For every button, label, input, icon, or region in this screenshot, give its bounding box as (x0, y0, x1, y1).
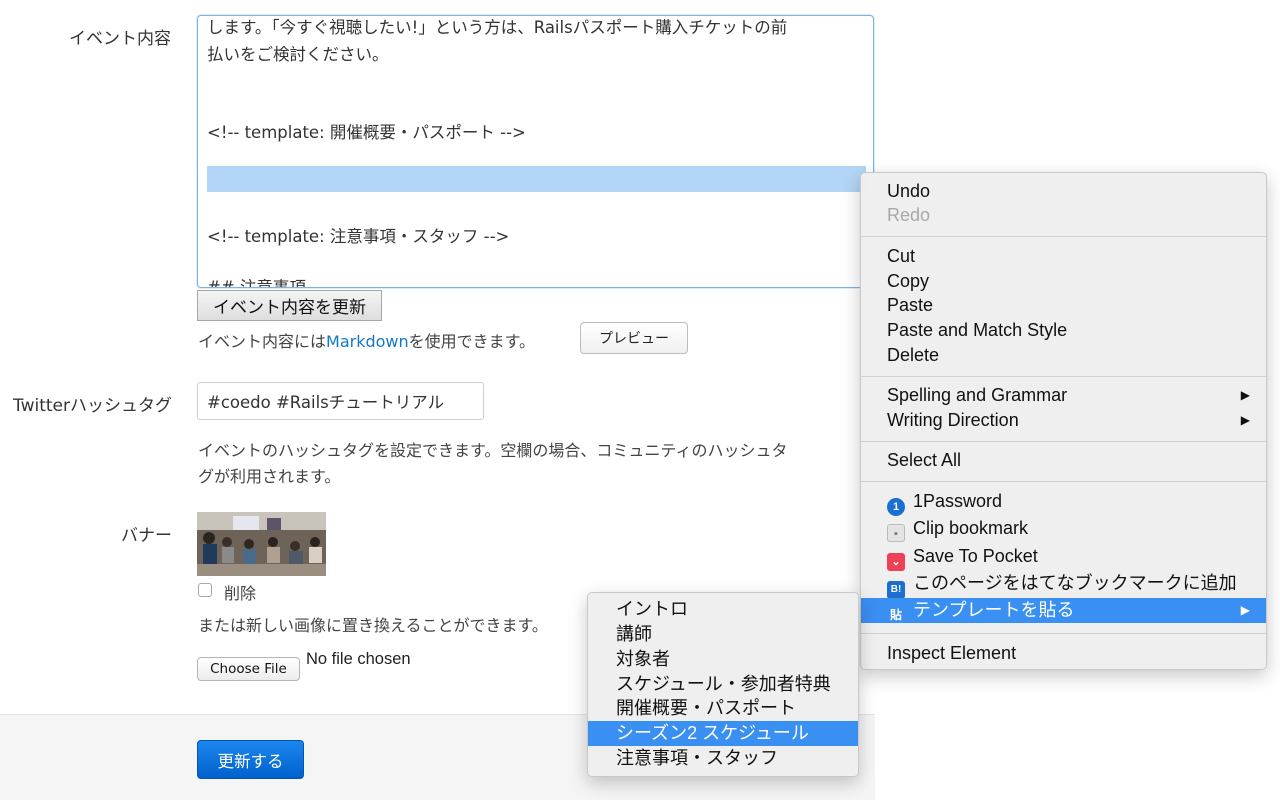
banner-photo (197, 512, 326, 576)
menu-item-pocket[interactable]: ⌄ Save To Pocket (861, 544, 1266, 571)
textarea-line: 払いをご検討ください。 (207, 45, 389, 64)
menu-item-pocket-label: Save To Pocket (913, 546, 1038, 566)
menu-item-clip-bookmark[interactable]: ▪ Clip bookmark (861, 516, 1266, 542)
replace-image-text: または新しい画像に置き換えることができます。 (198, 616, 548, 635)
1password-icon: 1 (887, 498, 905, 516)
submit-update-button[interactable]: 更新する (197, 740, 304, 779)
menu-item-writing-direction[interactable]: Writing Direction ▶ (861, 408, 1266, 433)
submenu-arrow-icon: ▶ (1240, 603, 1250, 617)
menu-item-select-all[interactable]: Select All (861, 448, 1266, 473)
markdown-help-suffix: を使用できます。 (408, 332, 536, 351)
submenu-item-audience[interactable]: 対象者 (588, 647, 858, 672)
menu-item-spelling[interactable]: Spelling and Grammar ▶ (861, 383, 1266, 408)
delete-banner-checkbox[interactable] (198, 583, 212, 597)
menu-item-writing-label: Writing Direction (887, 410, 1019, 430)
menu-item-inspect[interactable]: Inspect Element (861, 641, 1266, 666)
submenu-item-notes-staff[interactable]: 注意事項・スタッフ (588, 746, 858, 771)
menu-item-copy[interactable]: Copy (861, 269, 1266, 294)
menu-item-1password-label: 1Password (913, 491, 1003, 511)
submenu-arrow-icon: ▶ (1240, 413, 1250, 427)
clip-bookmark-icon: ▪ (887, 524, 905, 542)
twitter-hashtag-label: Twitterハッシュタグ (13, 396, 172, 416)
twitter-hashtag-input[interactable] (197, 382, 484, 420)
submenu-item-schedule[interactable]: スケジュール・参加者特典 (588, 672, 858, 697)
menu-item-clip-label: Clip bookmark (913, 518, 1029, 538)
menu-separator (861, 441, 1266, 442)
template-icon: 貼 (889, 608, 902, 622)
menu-item-template-label: テンプレートを貼る (913, 600, 1075, 620)
markdown-help: イベント内容にはMarkdownを使用できます。 (198, 328, 535, 352)
menu-item-hatena[interactable]: B! このページをはてなブックマークに追加 (861, 571, 1266, 599)
hashtag-help-line2: グが利用されます。 (198, 467, 341, 486)
choose-file-button[interactable]: Choose File (197, 657, 300, 681)
textarea-line: <!-- template: 開催概要・パスポート --> (207, 123, 526, 142)
menu-item-spelling-label: Spelling and Grammar (887, 385, 1068, 405)
hatena-bookmark-icon: B! (887, 581, 905, 599)
menu-separator (861, 236, 1266, 237)
menu-separator (861, 481, 1266, 482)
menu-item-template[interactable]: 貼テンプレートを貼る ▶ (861, 598, 1266, 623)
menu-item-redo: Redo (887, 205, 931, 225)
menu-separator (861, 376, 1266, 377)
template-submenu: イントロ 講師 対象者 スケジュール・参加者特典 開催概要・パスポート シーズン… (587, 592, 859, 777)
menu-item-delete[interactable]: Delete (861, 343, 1266, 368)
menu-item-paste-match-style[interactable]: Paste and Match Style (861, 318, 1266, 343)
hashtag-help-line1: イベントのハッシュタグを設定できます。空欄の場合、コミュニティのハッシュタ (198, 441, 788, 460)
menu-item-undo[interactable]: Undo (861, 179, 1266, 204)
menu-item-paste[interactable]: Paste (861, 293, 1266, 318)
menu-item-hatena-label: このページをはてなブックマークに追加 (913, 573, 1237, 593)
pocket-icon: ⌄ (887, 553, 905, 571)
submenu-item-season2[interactable]: シーズン2 スケジュール (588, 721, 858, 746)
no-file-chosen: No file chosen (306, 650, 411, 668)
markdown-link[interactable]: Markdown (326, 332, 409, 351)
menu-separator (861, 633, 1266, 634)
menu-item-1password[interactable]: 1 1Password (861, 489, 1266, 516)
event-content-label: イベント内容 (69, 29, 171, 49)
delete-banner-label: 削除 (224, 584, 257, 603)
text-selection (207, 166, 866, 192)
submenu-item-speaker[interactable]: 講師 (588, 622, 858, 647)
menu-item-cut[interactable]: Cut (861, 244, 1266, 269)
submenu-item-overview[interactable]: 開催概要・パスポート (588, 696, 858, 721)
preview-button[interactable]: プレビュー (580, 322, 688, 354)
banner-image (197, 512, 326, 576)
textarea-line: ## 注意事項 (207, 278, 306, 288)
update-content-button[interactable]: イベント内容を更新 (197, 290, 382, 321)
submenu-item-intro[interactable]: イントロ (588, 597, 858, 622)
event-content-textarea[interactable]: します。「今すぐ視聴したい!」という方は、Railsパスポート購入チケットの前 … (197, 15, 874, 288)
textarea-line: <!-- template: 注意事項・スタッフ --> (207, 227, 510, 246)
markdown-help-prefix: イベント内容には (198, 332, 327, 351)
context-menu: Undo Redo Cut Copy Paste Paste and Match… (860, 172, 1267, 670)
banner-label: バナー (121, 526, 172, 546)
textarea-line: します。「今すぐ視聴したい!」という方は、Railsパスポート購入チケットの前 (207, 18, 788, 37)
submenu-arrow-icon: ▶ (1240, 388, 1250, 402)
